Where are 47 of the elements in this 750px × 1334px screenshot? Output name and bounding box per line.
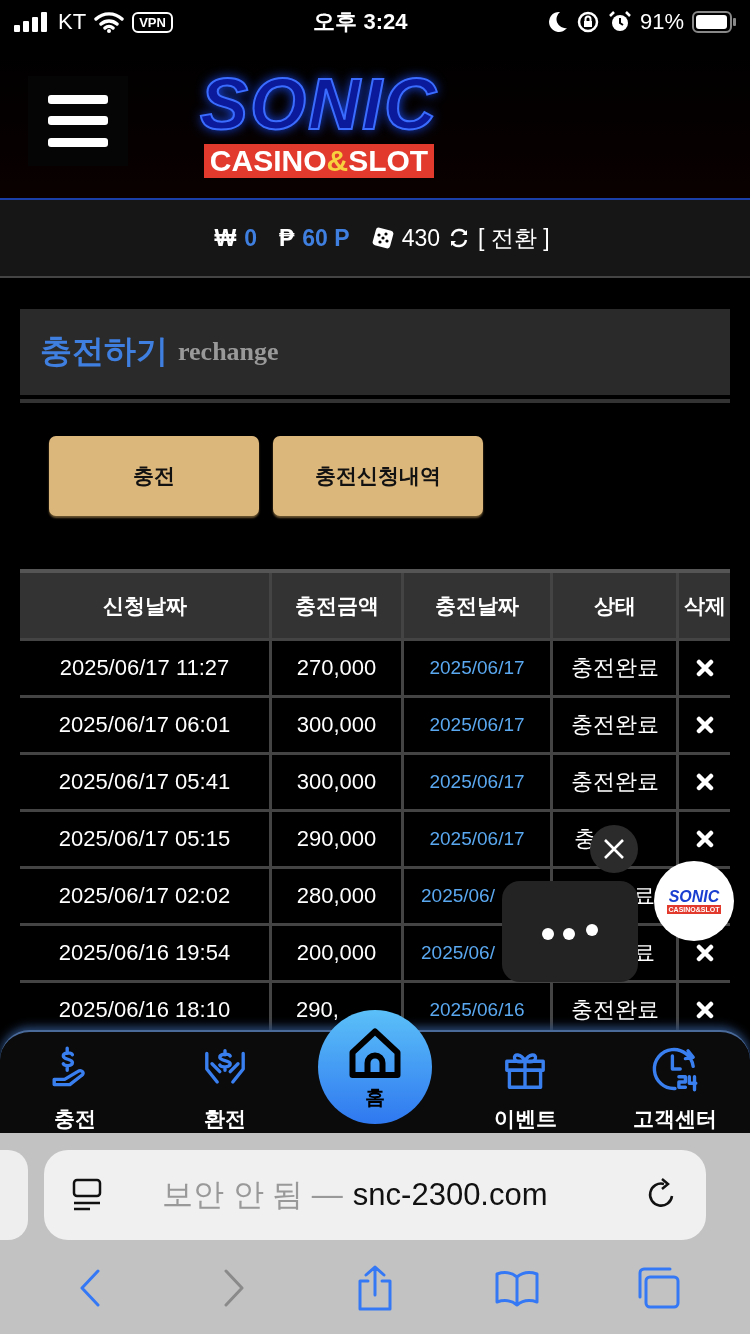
logo-subtitle: CASINO&SLOT (203, 144, 435, 178)
column-header: 삭제 (679, 573, 730, 638)
table-cell: 270,000 (272, 641, 401, 695)
table-cell: 280,000 (272, 869, 401, 923)
table-cell: 충전완료 (553, 641, 676, 695)
history-button[interactable]: 충전신청내역 (273, 436, 483, 516)
column-header: 충전날짜 (404, 573, 550, 638)
section-title: 충전하기 (40, 332, 168, 371)
table-cell: 200,000 (272, 926, 401, 980)
point-balance: 60 P (302, 224, 350, 252)
table-cell: 290,000 (272, 812, 401, 866)
logo-title: SONIC (200, 64, 439, 144)
section-subtitle: rechange (178, 337, 279, 367)
won-sign: ₩ (214, 224, 237, 252)
table-cell: 2025/06/17 11:27 (20, 641, 269, 695)
carrier-name: KT (58, 9, 87, 35)
chip-balance: 430 (401, 224, 440, 252)
table-cell: 2025/06/16 19:54 (20, 926, 269, 980)
url-text: snc-2300.com (352, 1177, 549, 1213)
point-sign: ₱ (278, 224, 295, 252)
table-cell: 충전완료 (553, 755, 676, 809)
nav-label[interactable]: 고객센터 (633, 1105, 717, 1133)
nav-label[interactable]: 충전 (54, 1105, 96, 1133)
table-cell: 2025/06/17 (404, 641, 550, 695)
convert-link[interactable]: [ 전환 ] (478, 222, 550, 254)
charge-button[interactable]: 충전 (49, 436, 259, 516)
security-warning: 보안 안 됨 — (162, 1176, 343, 1214)
table-cell: 2025/06/17 (404, 698, 550, 752)
table-cell: 2025/06/17 05:41 (20, 755, 269, 809)
address-bar[interactable]: 보안 안 됨 — snc-2300.com (44, 1150, 706, 1240)
table-cell: 2025/06/17 06:01 (20, 698, 269, 752)
nav-label[interactable]: 환전 (204, 1105, 246, 1133)
vpn-indicator: VPN (132, 11, 173, 33)
table-cell: 충전완료 (553, 698, 676, 752)
column-header: 충전금액 (272, 573, 401, 638)
column-header: 상태 (553, 573, 676, 638)
table-cell: 2025/06/17 (404, 755, 550, 809)
cash-balance: 0 (244, 224, 257, 252)
column-header: 신청날짜 (20, 573, 269, 638)
table-cell: 300,000 (272, 755, 401, 809)
battery-percent: 91% (639, 9, 684, 35)
table-cell: 2025/06/17 05:15 (20, 812, 269, 866)
table-cell: 2025/06/17 02:02 (20, 869, 269, 923)
table-cell: 300,000 (272, 698, 401, 752)
nav-label[interactable]: 이벤트 (493, 1105, 557, 1133)
clock-time: 오후 3:24 (312, 8, 409, 36)
table-cell: 2025/06/17 (404, 812, 550, 866)
